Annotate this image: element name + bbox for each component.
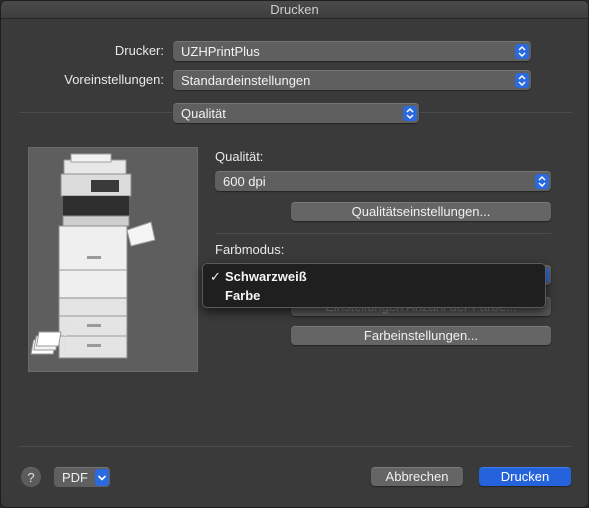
presets-label: Voreinstellungen: <box>64 72 164 87</box>
cancel-button[interactable]: Abbrechen <box>371 467 463 486</box>
updown-chevron-icon <box>403 106 417 121</box>
pdf-label: PDF <box>62 470 88 485</box>
updown-chevron-icon <box>515 44 529 59</box>
printer-label: Drucker: <box>114 43 164 58</box>
printer-illustration-icon <box>30 153 156 359</box>
print-dialog: Drucken Drucker: UZHPrintPlus Voreinstel… <box>0 0 589 508</box>
printer-preview <box>28 147 198 372</box>
menu-item-farbe[interactable]: Farbe <box>203 286 545 305</box>
separator <box>19 446 572 447</box>
quality-value: 600 dpi <box>223 174 266 189</box>
separator <box>419 112 572 113</box>
section-select[interactable]: Qualität <box>173 103 419 123</box>
updown-chevron-icon <box>535 174 549 189</box>
chevron-down-icon <box>95 469 109 486</box>
quality-settings-button[interactable]: Qualitätseinstellungen... <box>291 202 551 221</box>
presets-value: Standardeinstellungen <box>181 73 311 88</box>
printer-select[interactable]: UZHPrintPlus <box>173 41 531 61</box>
checkmark-icon: ✓ <box>210 269 221 284</box>
presets-select[interactable]: Standardeinstellungen <box>173 70 531 90</box>
menu-item-schwarzweiss[interactable]: ✓ Schwarzweiß <box>203 267 545 286</box>
separator <box>19 112 174 113</box>
print-button[interactable]: Drucken <box>479 467 571 486</box>
quality-label: Qualität: <box>215 149 264 164</box>
updown-chevron-icon <box>515 73 529 88</box>
window-title: Drucken <box>1 1 588 19</box>
menu-item-label: Farbe <box>225 288 261 303</box>
pdf-menu-button[interactable]: PDF <box>54 467 110 487</box>
section-value: Qualität <box>181 106 226 121</box>
help-button[interactable]: ? <box>21 467 41 487</box>
printer-value: UZHPrintPlus <box>181 44 260 59</box>
color-mode-label: Farbmodus: <box>215 242 285 257</box>
color-settings-button[interactable]: Farbeinstellungen... <box>291 326 551 345</box>
color-mode-menu: ✓ Schwarzweiß Farbe <box>202 263 546 308</box>
separator <box>215 233 551 234</box>
quality-select[interactable]: 600 dpi <box>215 171 551 191</box>
menu-item-label: Schwarzweiß <box>225 269 307 284</box>
